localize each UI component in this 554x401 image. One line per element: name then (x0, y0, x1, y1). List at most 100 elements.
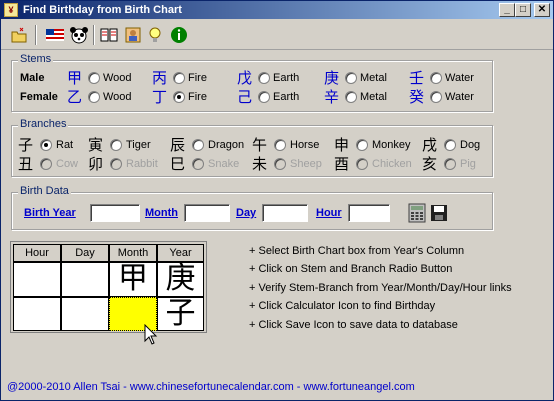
chart-day-branch-cell[interactable] (61, 297, 109, 331)
chart-year-branch-cell[interactable]: 子 (157, 297, 204, 331)
chart-day-stem-cell[interactable] (61, 262, 109, 297)
day-link[interactable]: Day (236, 207, 256, 219)
stem-char-female-3: 辛 (324, 88, 340, 106)
stem-radio-male-1[interactable] (173, 72, 185, 84)
stem-char-female-4: 癸 (409, 88, 425, 106)
stem-radio-female-0[interactable] (88, 91, 100, 103)
instruction-line: + Click on Stem and Branch Radio Button (249, 263, 453, 275)
branch-char-row2-0: 丑 (18, 155, 34, 173)
window-title: Find Birthday from Birth Chart (23, 4, 182, 16)
branch-char-row1-4: 申 (334, 136, 350, 154)
person-icon[interactable] (123, 25, 143, 45)
day-input[interactable] (262, 204, 308, 222)
book-icon[interactable] (99, 25, 119, 45)
branch-char-row2-3: 未 (252, 155, 268, 173)
birth-data-group: Birth Data Birth Year Month Day Hour (11, 185, 493, 230)
toolbar (1, 21, 553, 50)
branch-radio-row1-0[interactable] (40, 139, 52, 151)
female-label: Female (20, 91, 58, 103)
branch-char-row2-5: 亥 (422, 155, 438, 173)
birth-data-group-label: Birth Data (18, 185, 71, 197)
branch-label-row2-4: Chicken (372, 158, 412, 170)
branch-radio-row2-4[interactable] (356, 158, 368, 170)
branch-label-row2-0: Cow (56, 158, 79, 170)
instruction-line: + Click Calculator Icon to find Birthday (249, 300, 436, 312)
chart-month-stem-cell[interactable]: 甲 (109, 262, 157, 297)
stem-label-male-0: Wood (103, 72, 132, 84)
stem-char-male-2: 戊 (237, 69, 253, 87)
branch-radio-row2-5[interactable] (444, 158, 456, 170)
branch-label-row2-3: Sheep (290, 158, 322, 170)
stem-radio-female-1[interactable] (173, 91, 185, 103)
panda-icon[interactable] (69, 25, 89, 45)
title-bar: ¥ Find Birthday from Birth Chart _ □ ✕ (1, 1, 553, 19)
branch-char-row1-2: 辰 (170, 136, 186, 154)
stem-label-female-4: Water (445, 91, 474, 103)
branch-label-row1-5: Dog (460, 139, 481, 151)
hour-link[interactable]: Hour (316, 207, 342, 219)
stem-radio-male-4[interactable] (430, 72, 442, 84)
branch-radio-row2-1[interactable] (110, 158, 122, 170)
stem-char-male-1: 丙 (152, 69, 168, 87)
branch-radio-row2-2[interactable] (192, 158, 204, 170)
branch-radio-row2-3[interactable] (274, 158, 286, 170)
minimize-button[interactable]: _ (499, 3, 515, 17)
stem-radio-male-2[interactable] (258, 72, 270, 84)
branch-char-row2-2: 巳 (170, 155, 186, 173)
toolbar-separator (35, 25, 37, 45)
instruction-line: + Select Birth Chart box from Year's Col… (249, 245, 465, 257)
stem-radio-female-2[interactable] (258, 91, 270, 103)
birth-year-input[interactable] (90, 204, 140, 222)
branches-group: Branches 子 Rat 寅 Tiger 辰 Dragon 午 Horse 申 Monkey 戌… (11, 118, 493, 177)
lightbulb-icon[interactable] (145, 25, 165, 45)
branch-radio-row1-3[interactable] (274, 139, 286, 151)
stem-label-male-1: Fire (188, 72, 207, 84)
stem-label-male-3: Metal (360, 72, 387, 84)
maximize-button[interactable]: □ (515, 3, 531, 17)
instruction-line: + Click Save Icon to save data to databa… (249, 319, 458, 331)
toolbar-separator (93, 25, 95, 45)
us-flag-icon[interactable] (45, 25, 65, 45)
info-icon[interactable] (169, 25, 189, 45)
save-icon[interactable] (430, 204, 448, 222)
footer-copyright: @2000-2010 Allen Tsai - www.chinesefortu… (7, 381, 415, 393)
hour-input[interactable] (348, 204, 390, 222)
stem-radio-male-3[interactable] (345, 72, 357, 84)
chart-hour-stem-cell[interactable] (13, 262, 61, 297)
chart-header-hour: Hour (13, 244, 61, 262)
branch-label-row1-1: Tiger (126, 139, 151, 151)
calculator-icon[interactable] (408, 203, 426, 223)
app-window: ¥ Find Birthday from Birth Chart _ □ ✕ S… (0, 0, 554, 401)
stem-label-female-1: Fire (188, 91, 207, 103)
branch-radio-row1-4[interactable] (356, 139, 368, 151)
birth-year-link[interactable]: Birth Year (24, 207, 76, 219)
branch-char-row1-1: 寅 (88, 136, 104, 154)
stems-group: Stems Male Female 甲 Wood 丙 Fire 戊 Earth 庚 Metal… (11, 53, 493, 112)
chart-year-stem-cell[interactable]: 庚 (157, 262, 204, 297)
stem-radio-female-3[interactable] (345, 91, 357, 103)
stem-radio-male-0[interactable] (88, 72, 100, 84)
close-button[interactable]: ✕ (534, 3, 550, 17)
month-link[interactable]: Month (145, 207, 178, 219)
branch-char-row1-5: 戌 (422, 136, 438, 154)
stem-radio-female-4[interactable] (430, 91, 442, 103)
branch-char-row1-3: 午 (252, 136, 268, 154)
instruction-line: + Verify Stem-Branch from Year/Month/Day… (249, 282, 512, 294)
branch-radio-row1-1[interactable] (110, 139, 122, 151)
mouse-cursor (144, 324, 158, 345)
chart-header-month: Month (109, 244, 157, 262)
branch-label-row2-2: Snake (208, 158, 240, 170)
branch-label-row2-5: Pig (460, 158, 476, 170)
stem-label-female-0: Wood (103, 91, 132, 103)
chart-hour-branch-cell[interactable] (13, 297, 61, 331)
month-input[interactable] (184, 204, 230, 222)
birth-chart: Hour Day Month Year 甲 庚 子 (10, 241, 207, 345)
open-icon[interactable] (9, 25, 29, 45)
stem-char-male-3: 庚 (324, 69, 340, 87)
branch-radio-row1-5[interactable] (444, 139, 456, 151)
branch-radio-row1-2[interactable] (192, 139, 204, 151)
branch-char-row2-1: 卯 (88, 155, 104, 173)
stem-char-male-4: 壬 (409, 69, 425, 87)
branches-group-label: Branches (18, 118, 69, 130)
branch-radio-row2-0[interactable] (40, 158, 52, 170)
